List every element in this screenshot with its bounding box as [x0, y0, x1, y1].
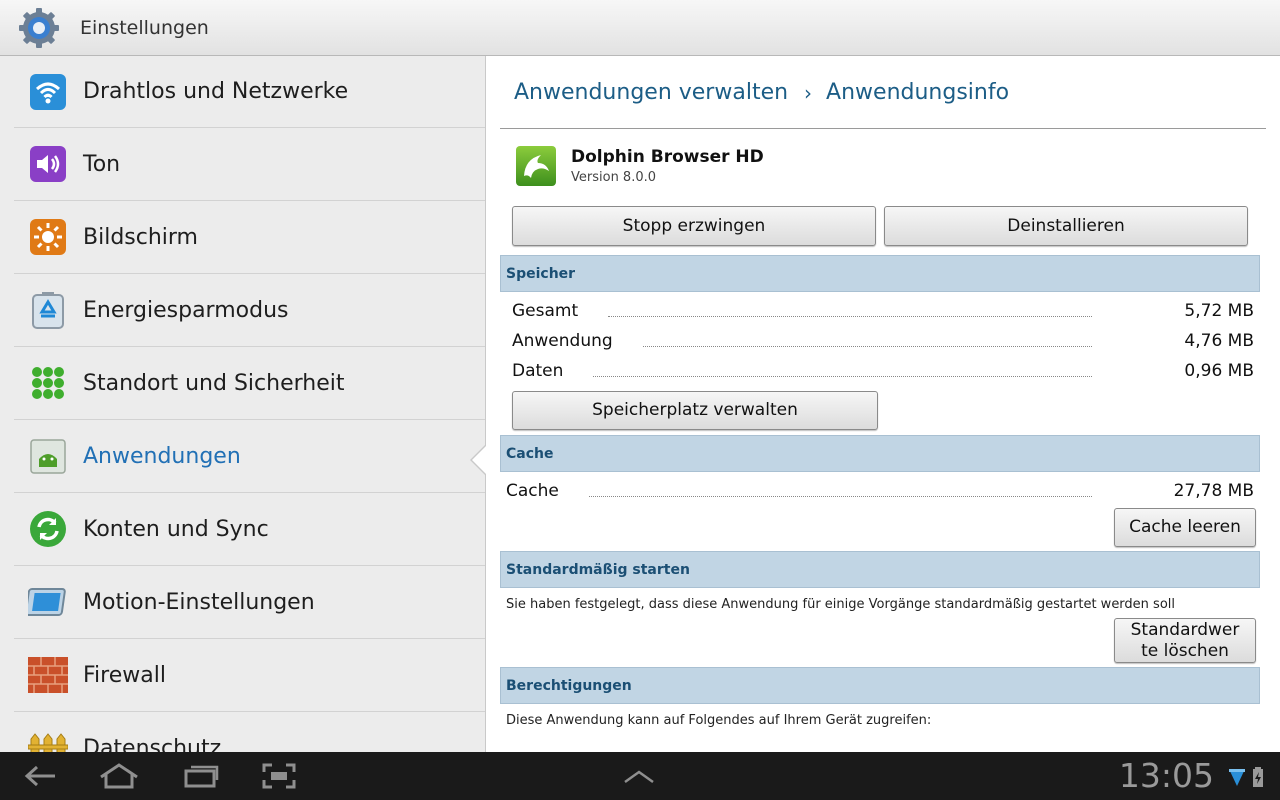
dotted-leader [608, 315, 1092, 317]
app-version: Version 8.0.0 [571, 170, 657, 185]
app-name: Dolphin Browser HD [571, 147, 764, 167]
screenshot-icon[interactable] [256, 760, 302, 792]
breadcrumb: Anwendungen verwalten › Anwendungsinfo [514, 80, 1009, 105]
speaker-icon [28, 144, 68, 184]
clear-defaults-label-line2: te löschen [1141, 640, 1229, 661]
storage-row-data: Daten 0,96 MB [512, 356, 1254, 386]
battery-recycle-icon [28, 290, 68, 330]
title-bar: Einstellungen [0, 0, 1280, 56]
brightness-icon [28, 217, 68, 257]
system-navigation-bar: 13:05 [0, 752, 1280, 800]
sidebar-item-motion[interactable]: Motion-Einstellungen [14, 566, 485, 639]
breadcrumb-parent[interactable]: Anwendungen verwalten [514, 80, 788, 105]
permissions-description: Diese Anwendung kann auf Folgendes auf I… [506, 713, 932, 728]
storage-label: Gesamt [512, 301, 579, 321]
sidebar-item-display[interactable]: Bildschirm [14, 201, 485, 274]
wifi-icon [28, 72, 68, 112]
breadcrumb-current: Anwendungsinfo [826, 80, 1010, 105]
cache-value: 27,78 MB [1173, 481, 1254, 501]
motion-tablet-icon [28, 582, 68, 622]
sidebar-item-label: Drahtlos und Netzwerke [83, 79, 349, 104]
dotted-leader [642, 345, 1092, 347]
sidebar-item-label: Anwendungen [83, 443, 241, 469]
wifi-signal-icon [1228, 766, 1246, 792]
storage-label: Anwendung [512, 331, 613, 351]
sidebar-item-label: Ton [83, 151, 121, 177]
sidebar-item-firewall[interactable]: Firewall [14, 639, 485, 712]
selection-pointer [470, 443, 488, 477]
divider [500, 128, 1266, 129]
uninstall-button[interactable]: Deinstallieren [884, 206, 1248, 246]
settings-gear-icon[interactable] [17, 6, 61, 50]
cache-row: Cache 27,78 MB [506, 476, 1254, 506]
storage-value: 0,96 MB [1184, 361, 1254, 381]
permissions-section-header: Berechtigungen [500, 667, 1260, 704]
chevron-right-icon: › [804, 80, 813, 105]
sidebar-item-label: Motion-Einstellungen [83, 589, 315, 615]
defaults-section-header: Standardmäßig starten [500, 551, 1260, 588]
sidebar-item-privacy[interactable]: Datenschutz [14, 712, 485, 753]
sidebar-item-label: Bildschirm [83, 224, 198, 250]
clear-cache-button[interactable]: Cache leeren [1114, 508, 1256, 547]
sync-icon [28, 509, 68, 549]
dotted-leader [588, 495, 1092, 497]
sidebar-item-power-saving[interactable]: Energiesparmodus [14, 274, 485, 347]
manage-storage-button[interactable]: Speicherplatz verwalten [512, 391, 878, 430]
dotted-leader [593, 375, 1092, 377]
clear-defaults-button[interactable]: Standardwer te löschen [1114, 618, 1256, 663]
storage-value: 4,76 MB [1184, 331, 1254, 351]
status-clock: 13:05 [1118, 756, 1214, 795]
cache-section-header: Cache [500, 435, 1260, 472]
back-icon[interactable] [18, 760, 64, 792]
android-icon [28, 436, 68, 476]
sidebar-item-location-security[interactable]: Standort und Sicherheit [14, 347, 485, 420]
sidebar-item-sound[interactable]: Ton [14, 128, 485, 201]
location-grid-icon [28, 363, 68, 403]
sidebar-item-wireless[interactable]: Drahtlos und Netzwerke [14, 56, 485, 128]
window-title: Einstellungen [80, 16, 209, 39]
sidebar-item-label: Energiesparmodus [83, 297, 289, 323]
chevron-up-icon[interactable] [616, 760, 662, 792]
status-icons [1228, 766, 1264, 792]
storage-row-total: Gesamt 5,72 MB [512, 296, 1254, 326]
app-header: Dolphin Browser HD Version 8.0.0 [516, 146, 764, 186]
storage-value: 5,72 MB [1184, 301, 1254, 321]
privacy-fence-icon [28, 728, 68, 752]
cache-label: Cache [506, 481, 559, 501]
storage-label: Daten [512, 361, 564, 381]
settings-sidebar: Drahtlos und Netzwerke Ton Bildschirm En… [0, 56, 486, 752]
sidebar-item-label: Datenschutz [83, 735, 222, 753]
sidebar-item-label: Firewall [83, 662, 166, 688]
home-icon[interactable] [96, 760, 142, 792]
dolphin-icon [516, 146, 556, 186]
battery-charging-icon [1252, 766, 1264, 792]
sidebar-item-label: Konten und Sync [83, 516, 269, 542]
clear-defaults-label-line1: Standardwer [1130, 619, 1240, 640]
sidebar-item-label: Standort und Sicherheit [83, 370, 345, 396]
storage-row-application: Anwendung 4,76 MB [512, 326, 1254, 356]
sidebar-item-accounts-sync[interactable]: Konten und Sync [14, 493, 485, 566]
app-info-pane: Anwendungen verwalten › Anwendungsinfo D… [486, 56, 1280, 752]
storage-section-header: Speicher [500, 255, 1260, 292]
sidebar-item-applications[interactable]: Anwendungen [14, 420, 485, 493]
recent-apps-icon[interactable] [178, 760, 224, 792]
force-stop-button[interactable]: Stopp erzwingen [512, 206, 876, 246]
defaults-description: Sie haben festgelegt, dass diese Anwendu… [506, 597, 1175, 612]
firewall-brick-icon [28, 655, 68, 695]
